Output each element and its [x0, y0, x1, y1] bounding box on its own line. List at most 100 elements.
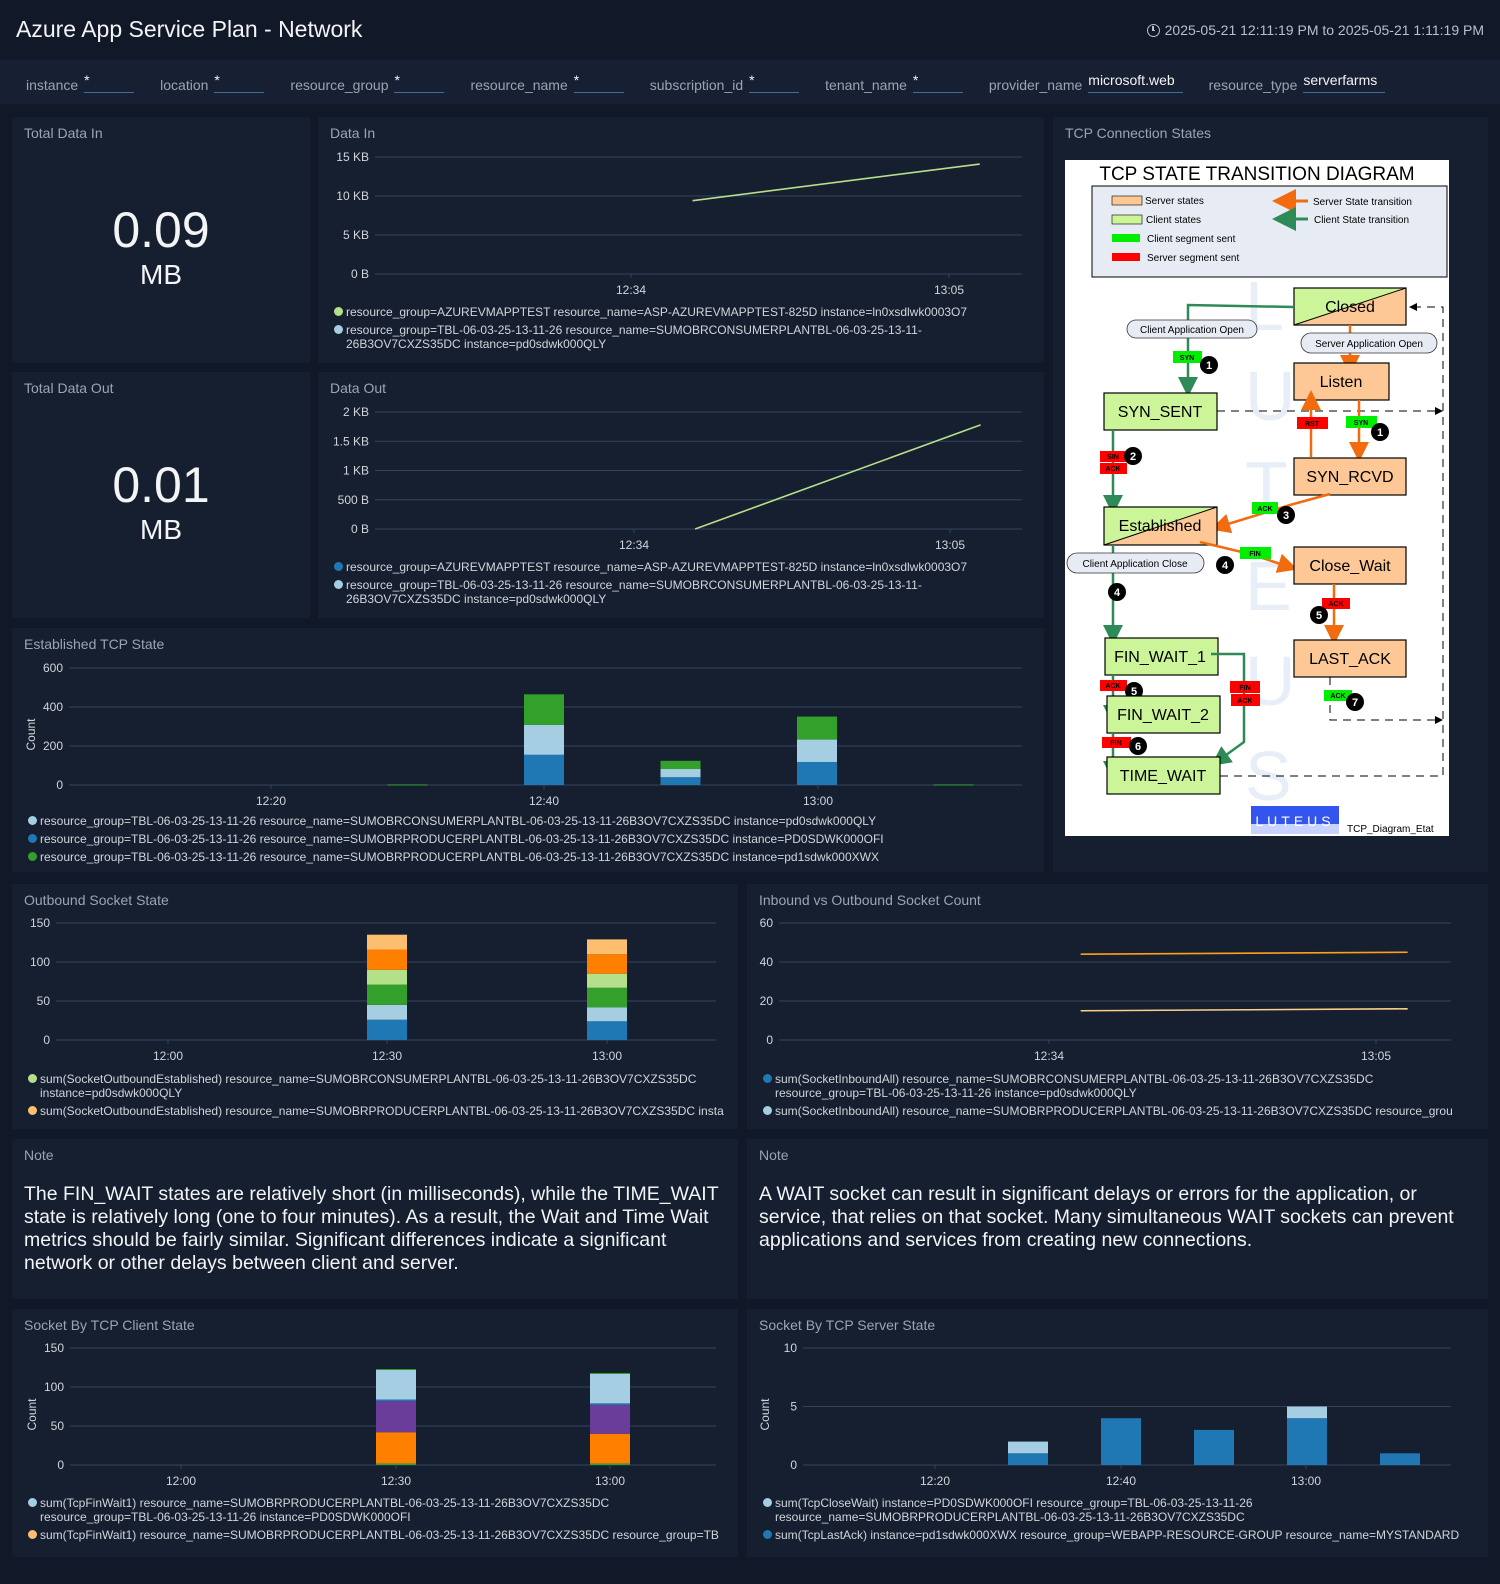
svg-text:7: 7: [1352, 697, 1358, 709]
legend-label: Server State transition: [1313, 197, 1412, 208]
y-tick-label: 0: [790, 1458, 797, 1472]
legend-swatch: [28, 1498, 37, 1507]
segment-label: SYN: [1180, 355, 1194, 362]
bar-segment: [590, 1463, 630, 1465]
panel-title: Note: [24, 1147, 54, 1163]
filter-input[interactable]: *: [394, 72, 445, 93]
x-tick-label: 13:00: [803, 794, 833, 808]
legend-label: sum(TcpFinWait1) resource_name=SUMOBRPRO…: [40, 1496, 610, 1524]
bar-segment: [1101, 1418, 1141, 1465]
legend-item[interactable]: resource_group=TBL-06-03-25-13-11-26 res…: [28, 850, 1038, 864]
bar-segment: [367, 1004, 407, 1020]
bar-segment: [376, 1369, 416, 1400]
x-tick-label: 12:20: [256, 794, 286, 808]
filter-subscription-id[interactable]: subscription_id *: [650, 72, 800, 93]
legend-label: sum(TcpFinWait1) resource_name=SUMOBRPRO…: [40, 1528, 719, 1542]
panel-tcp-connection-states: TCP Connection States LUTEUS TCP STATE T…: [1053, 117, 1488, 872]
legend-item[interactable]: resource_group=TBL-06-03-25-13-11-26 res…: [28, 832, 1038, 846]
bar-segment: [376, 1463, 416, 1465]
legend-item[interactable]: resource_group=TBL-06-03-25-13-11-26 res…: [28, 814, 1038, 828]
legend-item[interactable]: sum(SocketOutboundEstablished) resource_…: [28, 1104, 728, 1118]
legend-label: resource_group=TBL-06-03-25-13-11-26 res…: [40, 814, 877, 828]
state-label: Listen: [1320, 374, 1363, 391]
y-tick-label: 150: [44, 1341, 64, 1355]
chart-legend: sum(TcpCloseWait) instance=PD0SDWK000OFI…: [763, 1496, 1475, 1546]
filter-tenant-name[interactable]: tenant_name *: [825, 72, 963, 93]
legend-item[interactable]: sum(TcpCloseWait) instance=PD0SDWK000OFI…: [763, 1496, 1475, 1524]
segment-label: ACK: [1257, 506, 1272, 513]
state-label: FIN_WAIT_1: [1114, 649, 1206, 666]
x-tick-label: 12:40: [529, 794, 559, 808]
filter-input[interactable]: *: [573, 72, 624, 93]
panel-note-wait-socket: Note A WAIT socket can result in signifi…: [747, 1139, 1488, 1299]
y-tick-label: 2 KB: [343, 405, 369, 419]
y-tick-label: 5: [790, 1400, 797, 1414]
filter-input[interactable]: *: [749, 72, 800, 93]
svg-text:6: 6: [1135, 741, 1141, 753]
filter-resource-group[interactable]: resource_group *: [290, 72, 445, 93]
filter-label: resource_name: [470, 76, 568, 93]
legend-item[interactable]: resource_group=TBL-06-03-25-13-11-26 res…: [334, 578, 1034, 606]
label-text: Client Application Open: [1140, 325, 1244, 336]
svg-text:1: 1: [1377, 427, 1383, 439]
svg-text:4: 4: [1114, 587, 1121, 599]
legend-item[interactable]: resource_group=AZUREVMAPPTEST resource_n…: [334, 305, 1034, 319]
bar-segment: [660, 769, 701, 778]
svg-text:5: 5: [1316, 610, 1322, 622]
segment-label: FIN: [1110, 740, 1121, 747]
panel-data-in: Data In 0 B 5 KB 10 KB 15 KB 12:34 13:05 reso…: [318, 117, 1044, 363]
filter-input[interactable]: *: [912, 72, 963, 93]
legend-label: resource_group=TBL-06-03-25-13-11-26 res…: [346, 323, 922, 351]
legend-item[interactable]: sum(SocketOutboundEstablished) resource_…: [28, 1072, 728, 1100]
legend-item[interactable]: sum(SocketInboundAll) resource_name=SUMO…: [763, 1104, 1475, 1118]
legend-item[interactable]: sum(TcpLastAck) instance=pd1sdwk000XWX r…: [763, 1528, 1475, 1542]
state-label: Close_Wait: [1309, 558, 1391, 575]
panel-total-data-out: Total Data Out 0.01 MB: [12, 372, 310, 618]
legend-label: Client states: [1146, 215, 1201, 226]
x-tick-label: 12:34: [1034, 1049, 1064, 1063]
legend-label: Server segment sent: [1147, 253, 1239, 264]
server-segment-swatch: [1112, 253, 1140, 261]
panel-title: Total Data Out: [24, 380, 114, 396]
legend-swatch: [763, 1530, 772, 1539]
big-number-value: 0.01: [112, 457, 210, 513]
series-line: [692, 163, 980, 202]
filter-resource-name[interactable]: resource_name *: [470, 72, 624, 93]
svg-text:2: 2: [1130, 451, 1136, 463]
y-tick-label: 0 B: [351, 267, 369, 281]
legend-item[interactable]: resource_group=TBL-06-03-25-13-11-26 res…: [334, 323, 1034, 351]
bar-segment: [524, 694, 564, 725]
panel-socket-server-state: Socket By TCP Server State 0 5 10 12:20 12:4…: [747, 1309, 1488, 1557]
filter-resource-type[interactable]: resource_type serverfarms: [1209, 72, 1386, 93]
bar-segment: [367, 984, 407, 1005]
filter-provider-name[interactable]: provider_name microsoft.web: [989, 72, 1183, 93]
filter-instance[interactable]: instance *: [26, 72, 135, 93]
legend-label: sum(SocketInboundAll) resource_name=SUMO…: [775, 1072, 1374, 1100]
filter-input[interactable]: serverfarms: [1303, 72, 1386, 93]
legend-swatch: [28, 834, 37, 843]
legend-item[interactable]: sum(TcpFinWait1) resource_name=SUMOBRPRO…: [28, 1528, 728, 1542]
legend-swatch: [763, 1106, 772, 1115]
legend-swatch: [28, 852, 37, 861]
segment-label: SYN: [1354, 420, 1368, 427]
filter-location[interactable]: location *: [160, 72, 265, 93]
legend-item[interactable]: resource_group=AZUREVMAPPTEST resource_n…: [334, 560, 1034, 574]
filter-input[interactable]: microsoft.web: [1088, 72, 1183, 93]
series-line: [1080, 951, 1408, 955]
filter-input[interactable]: *: [214, 72, 265, 93]
legend-item[interactable]: sum(TcpFinWait1) resource_name=SUMOBRPRO…: [28, 1496, 728, 1524]
bar-segment: [797, 739, 837, 762]
big-number-unit: MB: [140, 259, 182, 290]
bar-segment: [1380, 1453, 1420, 1465]
legend-label: resource_group=TBL-06-03-25-13-11-26 res…: [40, 850, 879, 864]
panel-title: Total Data In: [24, 125, 103, 141]
legend-item[interactable]: sum(SocketInboundAll) resource_name=SUMO…: [763, 1072, 1475, 1100]
filter-input[interactable]: *: [84, 72, 135, 93]
svg-text:U: U: [1245, 357, 1296, 435]
tcp-state-diagram-svg: LUTEUS TCP STATE TRANSITION DIAGRAM Serv…: [1066, 164, 1448, 835]
time-range-picker[interactable]: 2025-05-21 12:11:19 PM to 2025-05-21 1:1…: [1146, 22, 1484, 38]
panel-note-fin-wait: Note The FIN_WAIT states are relatively …: [12, 1139, 738, 1299]
legend-label: resource_group=TBL-06-03-25-13-11-26 res…: [346, 578, 922, 606]
legend-label: sum(SocketInboundAll) resource_name=SUMO…: [775, 1104, 1453, 1118]
bar-segment: [524, 754, 564, 785]
